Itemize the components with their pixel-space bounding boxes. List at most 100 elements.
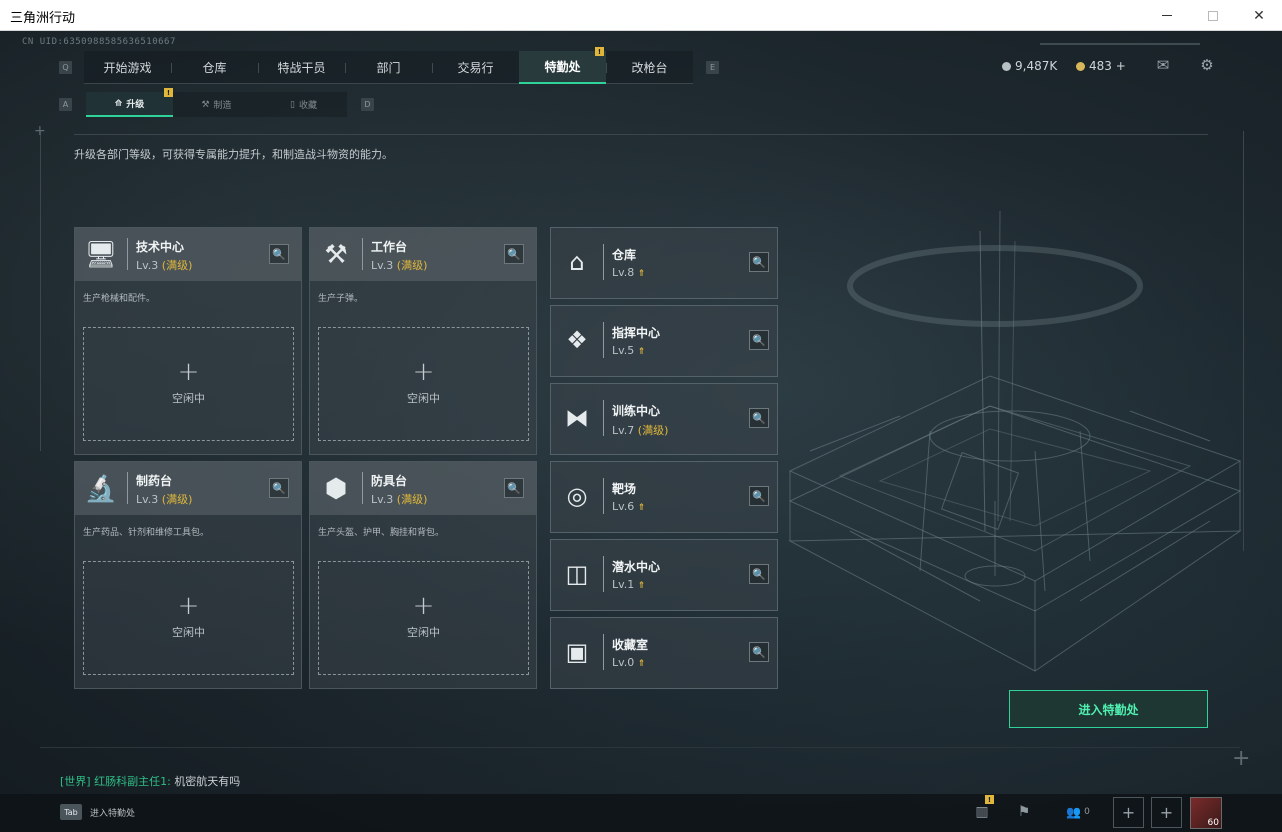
production-slot[interactable]: + 空闲中 [318, 327, 529, 441]
collection-icon: ▯ [290, 99, 295, 110]
subtab-collection[interactable]: ▯ 收藏 [260, 92, 347, 117]
divider [603, 400, 604, 436]
subnav-next-key[interactable]: D [361, 98, 374, 111]
tab-key: Tab [60, 804, 82, 820]
facility-card-workbench[interactable]: ⚒ 工作台 Lv.3 (满级) 🔍 生产子弹。 + 空闲中 [309, 227, 537, 455]
tab-gunsmith[interactable]: 改枪台 [606, 51, 693, 84]
plus-icon: + [177, 357, 200, 387]
facility-item-diving-center[interactable]: ◫ 潜水中心 Lv.1 ⇑ 🔍 [550, 539, 778, 611]
tab-shortcut-hint[interactable]: Tab 进入特勤处 [60, 801, 135, 823]
goggles-icon: ◫ [565, 560, 589, 588]
nav-prev-key[interactable]: Q [59, 61, 72, 74]
upgrade-icon: ⟰ [114, 98, 123, 109]
computer-icon: 🖥 [84, 240, 118, 270]
facility-level: Lv.5 ⇑ [612, 344, 645, 357]
enter-special-ops-button[interactable]: 进入特勤处 [1009, 690, 1208, 728]
add-party-slot-button[interactable]: + [1151, 797, 1182, 828]
search-icon[interactable]: 🔍 [504, 478, 524, 498]
facility-item-warehouse[interactable]: ⌂ 仓库 Lv.8 ⇑ 🔍 [550, 227, 778, 299]
tab-label: 开始游戏 [103, 60, 152, 75]
facility-description: 生产子弹。 [318, 294, 364, 304]
divider [603, 634, 604, 670]
gold-currency[interactable]: 483 + [1076, 59, 1126, 73]
friends-icon: 👥 [1066, 805, 1082, 819]
plus-icon: + [1121, 803, 1136, 822]
page-description: 升级各部门等级，可获得专属能力提升，和制造战斗物资的能力。 [74, 148, 393, 161]
tab-operators[interactable]: 特战干员 [258, 51, 345, 84]
max-level-tag: (满级) [396, 493, 428, 506]
frame-line [40, 747, 1240, 748]
maximize-icon [1208, 10, 1218, 21]
facility-level: Lv.7 (满级) [612, 422, 668, 438]
facility-item-command-center[interactable]: ❖ 指挥中心 Lv.5 ⇑ 🔍 [550, 305, 778, 377]
production-slot[interactable]: + 空闲中 [318, 561, 529, 675]
tab-warehouse[interactable]: 仓库 [171, 51, 258, 84]
mail-icon[interactable]: ✉ [1154, 56, 1172, 74]
tab-label: 改枪台 [631, 60, 668, 75]
close-button[interactable]: ✕ [1236, 0, 1282, 31]
tab-label: 特勤处 [544, 60, 581, 74]
search-icon[interactable]: 🔍 [749, 642, 769, 662]
subtab-craft[interactable]: ⚒ 制造 [173, 92, 260, 117]
divider [603, 478, 604, 514]
facility-item-training-center[interactable]: ⧓ 训练中心 Lv.7 (满级) 🔍 [550, 383, 778, 455]
plus-icon: + [177, 591, 200, 621]
frame-line [40, 131, 41, 451]
subtab-label: 收藏 [298, 101, 317, 111]
facility-card-tech-center[interactable]: 🖥 技术中心 Lv.3 (满级) 🔍 生产枪械和配件。 + 空闲中 [74, 227, 302, 455]
friends-button[interactable]: 👥 0 [1060, 801, 1096, 823]
facility-card-pharmacy[interactable]: 🔬 制药台 Lv.3 (满级) 🔍 生产药品、针剂和维修工具包。 + 空闲中 [74, 461, 302, 689]
search-icon[interactable]: 🔍 [749, 252, 769, 272]
gold-coin-icon [1076, 61, 1085, 71]
level-value: Lv.8 [612, 266, 635, 279]
search-icon[interactable]: 🔍 [749, 330, 769, 350]
maximize-button[interactable] [1190, 0, 1236, 31]
flag-icon[interactable]: ⚑ [1010, 801, 1038, 823]
facility-name: 指挥中心 [612, 326, 661, 340]
upgrade-arrow-icon: ⇑ [637, 347, 646, 357]
tab-label: 部门 [376, 60, 401, 75]
close-icon: ✕ [1253, 7, 1265, 24]
facility-level: Lv.3 (满级) [371, 491, 427, 507]
search-icon[interactable]: 🔍 [749, 486, 769, 506]
upgrade-arrow-icon: ⇑ [637, 503, 646, 513]
subtab-upgrade[interactable]: ⟰ 升级 ! [86, 88, 173, 117]
level-value: Lv.3 [136, 259, 159, 272]
plus-icon: + [412, 591, 435, 621]
facility-card-armor-bench[interactable]: ⬢ 防具台 Lv.3 (满级) 🔍 生产头盔、护甲、胸挂和背包。 + 空闲中 [309, 461, 537, 689]
subnav-prev-key[interactable]: A [59, 98, 72, 111]
stats-icon[interactable]: ▥ ! [968, 795, 996, 823]
nav-next-key[interactable]: E [706, 61, 719, 74]
level-value: Lv.3 [371, 259, 394, 272]
notification-badge: ! [985, 795, 994, 804]
search-icon[interactable]: 🔍 [269, 478, 289, 498]
facility-level: Lv.3 (满级) [136, 257, 192, 273]
add-party-slot-button[interactable]: + [1113, 797, 1144, 828]
craft-icon: ⚒ [201, 99, 210, 110]
chat-message[interactable]: [世界] 红肠科副主任1: 机密航天有吗 [60, 773, 240, 789]
facility-item-collection-room[interactable]: ▣ 收藏室 Lv.0 ⇑ 🔍 [550, 617, 778, 689]
tab-department[interactable]: 部门 [345, 51, 432, 84]
search-icon[interactable]: 🔍 [269, 244, 289, 264]
subtab-label: 制造 [213, 101, 232, 111]
minimize-button[interactable] [1144, 0, 1190, 31]
gear-icon[interactable]: ⚙ [1198, 56, 1216, 74]
search-icon[interactable]: 🔍 [504, 244, 524, 264]
facility-item-shooting-range[interactable]: ◎ 靶场 Lv.6 ⇑ 🔍 [550, 461, 778, 533]
tab-trading[interactable]: 交易行 [432, 51, 519, 84]
tab-special-ops[interactable]: 特勤处 ! [519, 47, 606, 84]
level-value: Lv.1 [612, 578, 635, 591]
notification-badge: ! [164, 88, 173, 97]
production-slot[interactable]: + 空闲中 [83, 327, 294, 441]
tab-start-game[interactable]: 开始游戏 [84, 51, 171, 84]
search-icon[interactable]: 🔍 [749, 408, 769, 428]
microscope-icon: 🔬 [84, 474, 118, 504]
boxes-icon: ⬢ [324, 474, 348, 504]
facility-level: Lv.8 ⇑ [612, 266, 645, 279]
silver-currency: 9,487K [1002, 59, 1057, 73]
production-slot[interactable]: + 空闲中 [83, 561, 294, 675]
command-icon: ❖ [566, 326, 588, 354]
facility-level: Lv.3 (满级) [136, 491, 192, 507]
search-icon[interactable]: 🔍 [749, 564, 769, 584]
avatar[interactable]: 60 [1190, 797, 1222, 829]
